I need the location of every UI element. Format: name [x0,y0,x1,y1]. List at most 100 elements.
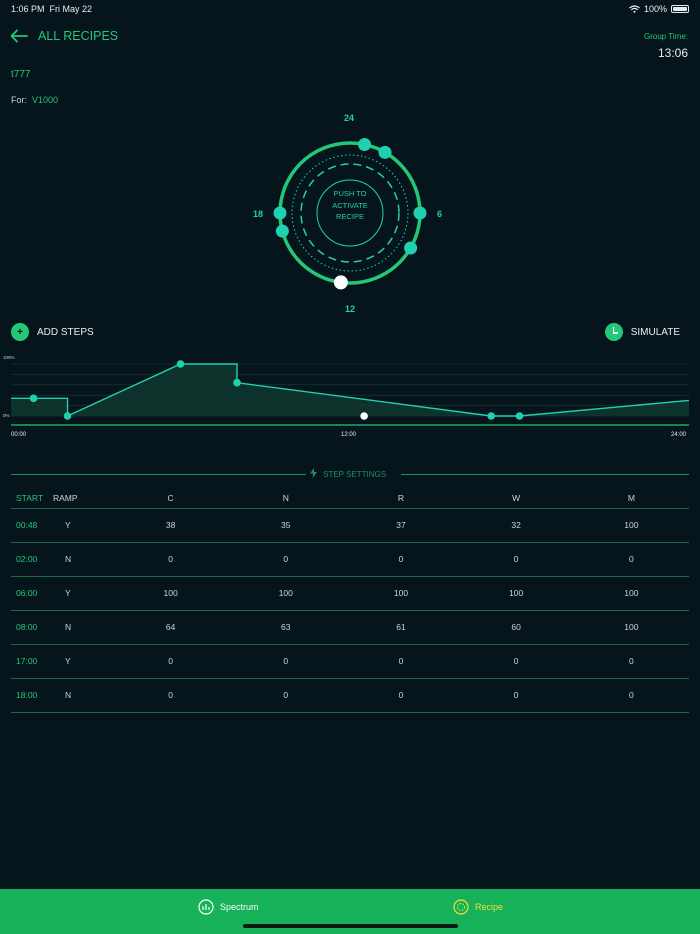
wifi-icon [629,5,640,13]
ring-label-top: 24 [344,113,355,123]
ring-step-dot[interactable] [273,206,287,220]
ring-step-dot[interactable] [378,145,392,159]
ring-step-dot[interactable] [413,206,427,220]
table-row[interactable]: 08:00 N 64 63 61 60 100 [11,610,689,645]
plus-icon: + [11,323,29,341]
cell-ramp: N [53,542,113,577]
col-ramp: RAMP [53,488,113,509]
battery-icon [671,5,689,13]
step-point[interactable] [29,394,38,403]
step-settings-title: STEP SETTINGS [11,468,689,479]
table-row[interactable]: 17:00 Y 0 0 0 0 0 [11,644,689,679]
battery-percent: 100% [643,4,667,14]
cell-start: 02:00 [11,542,53,577]
cell-n: 35 [228,508,344,543]
cell-c: 38 [113,508,229,543]
col-r: R [343,488,459,509]
cell-start: 06:00 [11,576,53,611]
status-clock: 1:06 PM [11,4,45,14]
cell-w: 32 [458,508,574,543]
ring-step-dot[interactable] [275,224,289,238]
col-c: C [113,488,229,509]
back-arrow-icon [10,29,28,43]
tab-recipe-label: Recipe [475,902,504,912]
cell-ramp: Y [53,576,113,611]
ring-step-dot[interactable] [404,241,418,255]
ring-step-dot[interactable] [358,138,372,152]
back-label: ALL RECIPES [38,29,119,43]
x-tick-end: 24:00 [671,432,687,438]
ring-label-right: 6 [437,209,443,219]
cell-n: 0 [228,678,344,713]
cell-m: 100 [573,576,689,611]
home-indicator [243,924,458,928]
cell-start: 18:00 [11,678,53,713]
cell-w: 0 [458,644,574,679]
table-row[interactable]: 18:00 N 0 0 0 0 0 [11,678,689,713]
cell-ramp: Y [53,508,113,543]
cell-c: 100 [113,576,229,611]
x-tick-start: 00:00 [11,432,27,438]
bolt-icon [309,468,317,478]
activate-line-2: ACTIVATE [332,200,368,210]
step-point[interactable] [487,412,496,420]
recipe-name[interactable]: t777 [11,69,30,80]
cell-m: 0 [573,678,689,713]
cell-c: 0 [113,542,229,577]
cell-c: 64 [113,610,229,645]
cell-w: 100 [458,576,574,611]
table-header: START RAMP C N R W M [11,488,689,509]
cell-n: 0 [228,644,344,679]
add-steps-button[interactable]: + ADD STEPS [11,323,94,341]
cell-n: 63 [228,610,344,645]
step-table: START RAMP C N R W M 00:48 Y 38 35 37 32… [11,488,689,713]
y-bottom-label: 0% [3,413,10,418]
step-point[interactable] [176,360,185,368]
cell-start: 08:00 [11,610,53,645]
current-time-point [360,412,368,420]
tab-spectrum-label: Spectrum [220,902,259,912]
back-button[interactable]: ALL RECIPES [10,29,118,43]
simulate-button[interactable]: SIMULATE [604,323,680,341]
cell-start: 00:48 [11,508,53,543]
add-steps-label: ADD STEPS [37,326,94,338]
cell-r: 100 [343,576,459,611]
step-settings-divider: STEP SETTINGS [11,467,689,481]
tab-spectrum[interactable]: Spectrum [198,899,259,915]
col-start: START [11,488,53,509]
cell-w: 0 [458,678,574,713]
cell-m: 0 [573,542,689,577]
cell-c: 0 [113,678,229,713]
group-time-value: 13:06 [657,46,688,60]
table-row[interactable]: 02:00 N 0 0 0 0 0 [11,542,689,577]
clock-icon [604,323,623,341]
status-right: 100% [629,4,689,14]
step-settings-label: STEP SETTINGS [319,470,391,479]
group-time-label: Group Time: [643,32,688,41]
cell-w: 0 [458,542,574,577]
step-point[interactable] [515,412,524,420]
schedule-chart[interactable] [11,358,689,430]
step-point[interactable] [233,378,241,387]
col-n: N [228,488,344,509]
ring-label-left: 18 [253,209,264,219]
cell-n: 0 [228,542,344,577]
cell-r: 0 [343,542,459,577]
cell-w: 60 [458,610,574,645]
cell-m: 100 [573,610,689,645]
activate-line-1: PUSH TO [333,189,367,198]
col-m: M [573,488,689,509]
cell-ramp: N [53,678,113,713]
for-value[interactable]: V1000 [32,95,58,105]
table-row[interactable]: 06:00 Y 100 100 100 100 100 [11,576,689,611]
ring-label-bottom: 12 [345,304,356,314]
table-row[interactable]: 00:48 Y 38 35 37 32 100 [11,508,689,543]
ring-current-dot[interactable] [333,275,348,290]
activate-recipe-button[interactable]: PUSH TO ACTIVATE RECIPE [316,188,384,240]
tab-recipe[interactable]: Recipe [453,899,503,915]
cell-r: 0 [343,678,459,713]
cell-c: 0 [113,644,229,679]
status-bar: 1:06 PM Fri May 22 100% [0,0,700,18]
status-time: 1:06 PM Fri May 22 [11,4,92,14]
step-point[interactable] [63,412,72,420]
